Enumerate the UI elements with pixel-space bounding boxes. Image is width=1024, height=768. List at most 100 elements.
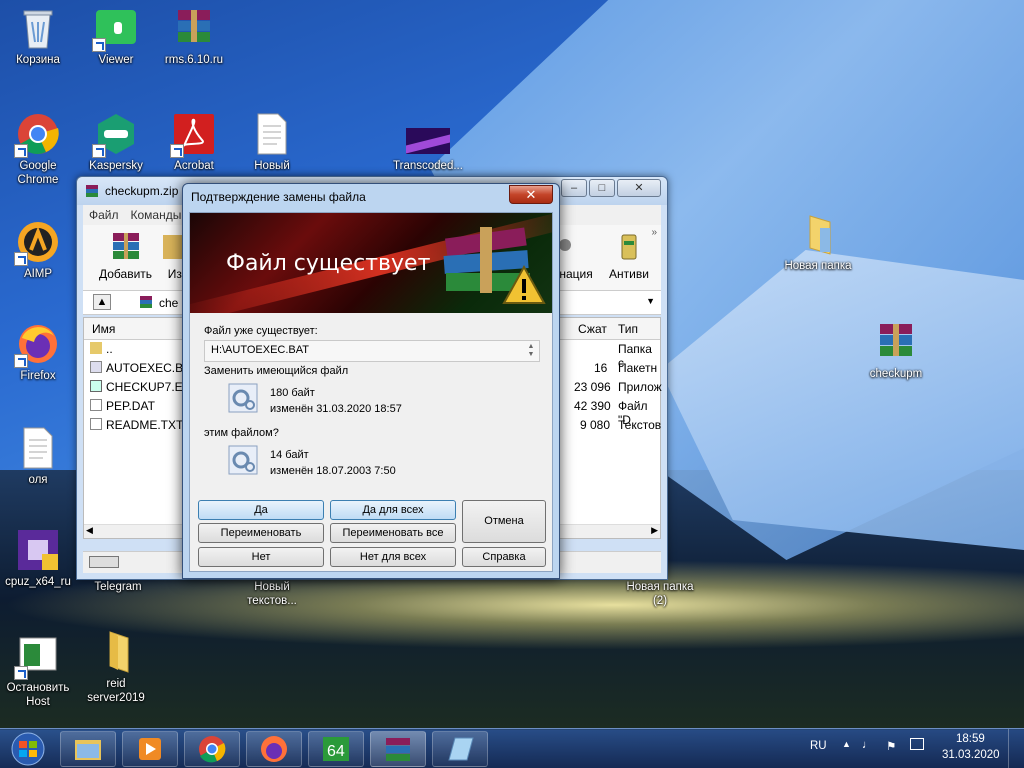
shortcut-arrow-icon: [14, 666, 28, 680]
desktop-icon-aimp[interactable]: AIMP: [0, 220, 76, 281]
chrome-icon: [199, 736, 226, 763]
path-scroll[interactable]: ▲ ▼: [525, 343, 537, 359]
gear-icon: [559, 229, 593, 263]
banner-text: Файл существует: [226, 251, 431, 276]
dialog-banner: Файл существует: [190, 213, 552, 313]
desktop-icon-recycle-bin[interactable]: Корзина: [0, 6, 76, 67]
viewer-icon: [92, 6, 138, 52]
desktop-icon-new-folder-2[interactable]: Новая папка (2): [622, 580, 698, 608]
with-label: этим файлом?: [204, 427, 279, 439]
aida64-icon: 64: [323, 737, 349, 761]
desktop-icon-label: Новая папка: [784, 260, 852, 272]
winrar-warning-icon: [443, 227, 546, 304]
desktop-icon-rms[interactable]: rms.6.10.ru: [156, 6, 232, 67]
desktop-icon-label: checkupm: [869, 368, 923, 380]
acrobat-icon: [170, 112, 216, 158]
chevron-down-icon[interactable]: ▼: [646, 296, 655, 306]
taskbar-firefox[interactable]: [246, 731, 302, 767]
yes-button[interactable]: Да: [198, 500, 324, 520]
file-icon: [90, 399, 102, 411]
desktop-icon-label: Viewer: [98, 54, 134, 66]
minimize-button[interactable]: –: [561, 179, 587, 197]
rename-all-button[interactable]: Переименовать все: [330, 523, 456, 543]
yes-to-all-button[interactable]: Да для всех: [330, 500, 456, 520]
desktop-icon-new-text[interactable]: Новый текстов...: [234, 580, 310, 608]
chrome-icon: [14, 112, 60, 158]
desktop-icon-label: Новый текстов...: [247, 581, 297, 607]
batch-file-icon: [228, 383, 258, 413]
folder-icon: [796, 212, 840, 256]
taskbar-aida64[interactable]: 64: [308, 731, 364, 767]
menu-file[interactable]: Файл: [89, 208, 119, 222]
up-arrow-icon: ▲: [96, 296, 108, 308]
folder-up-icon: [90, 342, 102, 354]
network-icon[interactable]: [910, 738, 924, 750]
desktop-icon-olya[interactable]: оля: [0, 426, 76, 487]
column-packed[interactable]: Сжат: [578, 322, 607, 336]
cpuz-icon: [16, 528, 60, 572]
taskbar-notepad[interactable]: [432, 731, 488, 767]
desktop-icon-viewer[interactable]: Viewer: [78, 6, 154, 67]
desktop-icon-new-folder[interactable]: Новая папка: [780, 212, 856, 273]
flag-icon[interactable]: ⚑: [886, 739, 896, 753]
text-file-icon: [90, 418, 102, 430]
desktop-icon-stop-host[interactable]: Остановить Host: [0, 634, 76, 709]
shortcut-arrow-icon: [170, 144, 184, 158]
desktop-icon-cpuz[interactable]: cpuz_x64_ru: [0, 528, 76, 589]
clock-time[interactable]: 18:59: [956, 733, 985, 745]
help-button[interactable]: Справка: [462, 547, 546, 567]
scroll-left-icon[interactable]: ◀: [86, 525, 93, 536]
maximize-button[interactable]: □: [589, 179, 615, 197]
close-button[interactable]: ✕: [617, 179, 661, 197]
info-button[interactable]: нация: [559, 229, 593, 281]
desktop-icon-transcoded[interactable]: Transcoded...: [390, 112, 466, 173]
dialog-close-button[interactable]: ✕: [509, 185, 553, 204]
start-button[interactable]: [4, 731, 52, 767]
desktop-icon-label: Acrobat: [174, 160, 214, 172]
existing-path-field[interactable]: H:\AUTOEXEC.BAT ▲ ▼: [204, 340, 540, 362]
taskbar-chrome[interactable]: [184, 731, 240, 767]
language-indicator[interactable]: RU: [810, 740, 827, 752]
desktop-icon-label: Transcoded...: [393, 160, 463, 172]
text-file-icon: [250, 112, 294, 156]
menu-commands[interactable]: Команды: [131, 208, 182, 222]
desktop-icon-reid-server[interactable]: reid server2019: [78, 630, 154, 705]
cancel-button[interactable]: Отмена: [462, 500, 546, 543]
taskbar-explorer[interactable]: [60, 731, 116, 767]
firefox-icon: [14, 322, 60, 368]
show-desktop-button[interactable]: [1008, 729, 1024, 768]
desktop-icon-kaspersky[interactable]: Kaspersky: [78, 112, 154, 173]
exe-file-icon: [90, 380, 102, 392]
clock-date[interactable]: 31.03.2020: [942, 749, 1000, 761]
add-button[interactable]: Добавить: [99, 229, 152, 281]
window-title: checkupm.zip: [105, 184, 179, 198]
toolbar-overflow-icon[interactable]: »: [651, 227, 657, 238]
close-icon: ✕: [525, 187, 537, 202]
desktop-icon-checkupm[interactable]: checkupm: [858, 320, 934, 381]
windows-logo-icon: [11, 732, 45, 766]
no-button[interactable]: Нет: [198, 547, 324, 567]
winrar-icon: [874, 320, 918, 364]
column-type[interactable]: Тип: [618, 322, 638, 336]
antivirus-button[interactable]: Антиви: [609, 229, 649, 281]
drive-key-icon[interactable]: [89, 556, 119, 568]
batch-file-icon: [228, 445, 258, 475]
volume-icon[interactable]: ♩: [862, 739, 874, 751]
taskbar-winrar[interactable]: [370, 731, 426, 767]
desktop-icon-firefox[interactable]: Firefox: [0, 322, 76, 383]
tray-expand-icon[interactable]: ▲: [842, 739, 851, 749]
column-name[interactable]: Имя: [92, 322, 115, 336]
minimize-icon: –: [570, 182, 578, 194]
scroll-right-icon[interactable]: ▶: [651, 525, 658, 536]
desktop-icon-acrobat[interactable]: Acrobat: [156, 112, 232, 173]
taskbar-media-player[interactable]: [122, 731, 178, 767]
up-folder-button[interactable]: ▲: [93, 294, 111, 310]
desktop-icon-new-doc[interactable]: Новый: [234, 112, 310, 173]
desktop-icon-telegram[interactable]: Telegram: [80, 580, 156, 594]
exists-label: Файл уже существует:: [204, 325, 318, 337]
desktop-icon-chrome[interactable]: Google Chrome: [0, 112, 76, 187]
shortcut-arrow-icon: [14, 144, 28, 158]
replace-file-dialog[interactable]: Подтверждение замены файла ✕ Файл сущест…: [182, 183, 560, 579]
no-to-all-button[interactable]: Нет для всех: [330, 547, 456, 567]
rename-button[interactable]: Переименовать: [198, 523, 324, 543]
